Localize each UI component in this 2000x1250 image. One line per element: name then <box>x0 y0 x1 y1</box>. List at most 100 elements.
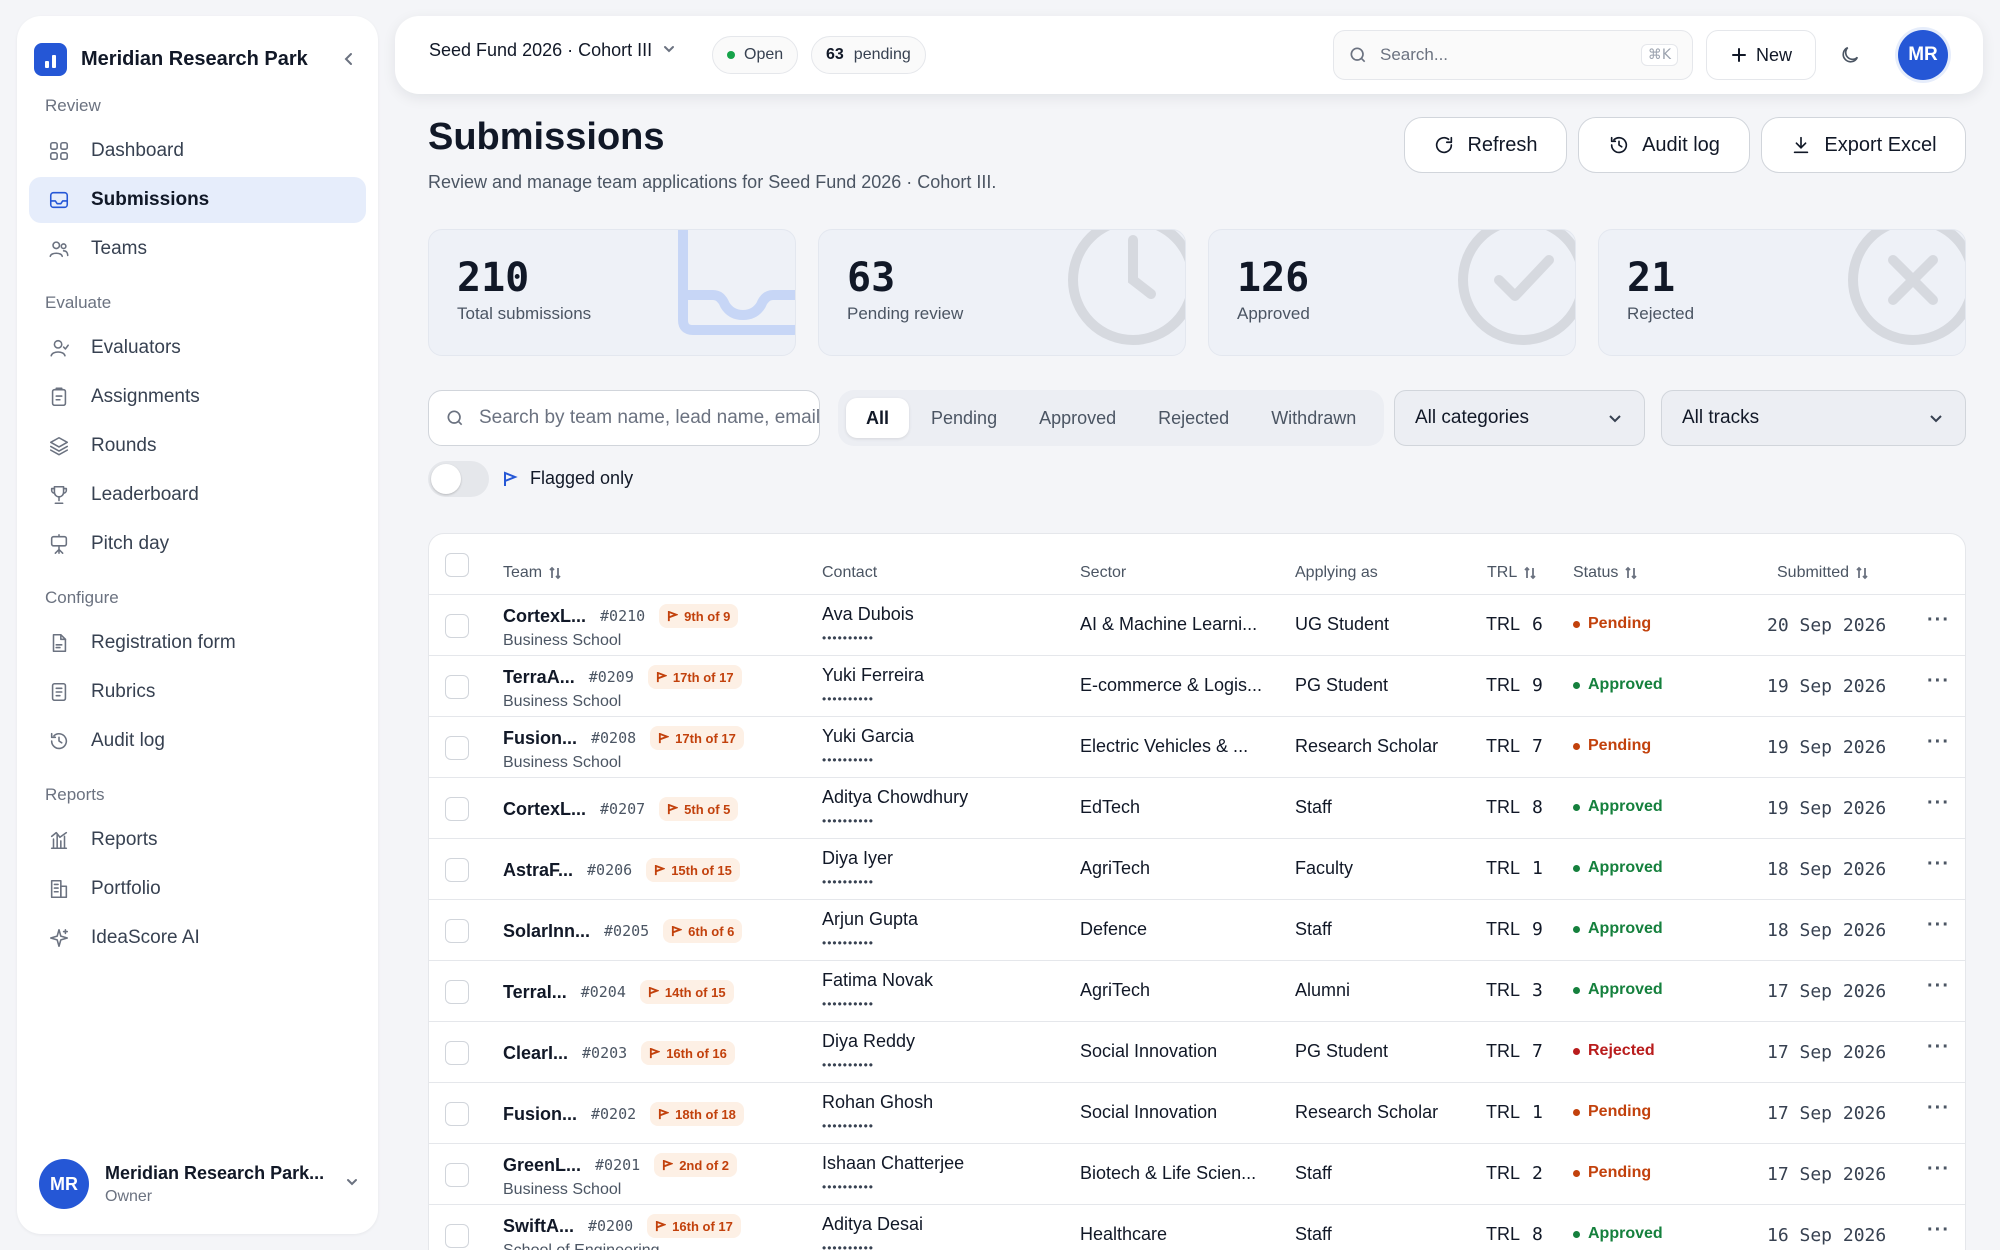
chevron-down-icon <box>1609 415 1621 423</box>
sidebar-item-evaluators[interactable]: Evaluators <box>29 325 366 371</box>
status-label: Approved <box>1588 1225 1663 1242</box>
trl-cell: TRL 8 <box>1486 797 1543 818</box>
row-checkbox[interactable] <box>445 1041 469 1065</box>
team-name[interactable]: SwiftA... <box>503 1216 574 1237</box>
row-actions-icon[interactable]: ··· <box>1927 914 1950 937</box>
export-excel-button[interactable]: Export Excel <box>1761 117 1966 173</box>
trl-prefix: TRL <box>1486 614 1521 634</box>
select-all-checkbox[interactable] <box>445 553 469 577</box>
sidebar-item-portfolio[interactable]: Portfolio <box>29 866 366 912</box>
clipboard-icon <box>47 385 71 409</box>
row-actions-icon[interactable]: ··· <box>1927 731 1950 754</box>
fund-selector[interactable]: Seed Fund 2026 · Cohort III <box>429 40 676 61</box>
team-name[interactable]: AstraF... <box>503 860 573 881</box>
row-actions-icon[interactable]: ··· <box>1927 1158 1950 1181</box>
table-row[interactable]: TerraI... #0204 14th of 15 Fatima Novak ••••… <box>429 960 1965 1021</box>
row-checkbox[interactable] <box>445 736 469 760</box>
team-name[interactable]: CortexL... <box>503 799 586 820</box>
row-actions-icon[interactable]: ··· <box>1927 853 1950 876</box>
sidebar-item-teams[interactable]: Teams <box>29 226 366 272</box>
sidebar-item-ideascore-ai[interactable]: IdeaScore AI <box>29 915 366 961</box>
row-actions-icon[interactable]: ··· <box>1927 1097 1950 1120</box>
tab-pending[interactable]: Pending <box>911 398 1017 438</box>
sidebar-item-leaderboard[interactable]: Leaderboard <box>29 472 366 518</box>
sidebar-item-pitch-day[interactable]: Pitch day <box>29 521 366 567</box>
row-checkbox[interactable] <box>445 1102 469 1126</box>
table-row[interactable]: SwiftA... #0200 16th of 17 School of Engine… <box>429 1204 1965 1250</box>
row-checkbox[interactable] <box>445 675 469 699</box>
tab-withdrawn[interactable]: Withdrawn <box>1251 398 1376 438</box>
column-header-team[interactable]: Team <box>503 564 562 582</box>
download-icon <box>1794 136 1809 154</box>
user-avatar[interactable]: MR <box>1898 30 1948 80</box>
sidebar-item-reports[interactable]: Reports <box>29 817 366 863</box>
tab-approved[interactable]: Approved <box>1019 398 1136 438</box>
row-checkbox[interactable] <box>445 919 469 943</box>
trl-prefix: TRL <box>1486 1163 1521 1183</box>
team-name[interactable]: SolarInn... <box>503 921 590 942</box>
flagged-only-toggle[interactable] <box>428 461 489 497</box>
row-checkbox[interactable] <box>445 1224 469 1248</box>
team-name[interactable]: TerraA... <box>503 667 575 688</box>
team-name[interactable]: GreenL... <box>503 1155 581 1176</box>
row-checkbox[interactable] <box>445 980 469 1004</box>
row-actions-icon[interactable]: ··· <box>1927 792 1950 815</box>
sidebar-item-dashboard[interactable]: Dashboard <box>29 128 366 174</box>
table-row[interactable]: CortexL... #0210 9th of 9 Business School Av… <box>429 594 1965 655</box>
row-checkbox[interactable] <box>445 614 469 638</box>
column-header-status[interactable]: Status <box>1573 564 1638 582</box>
table-row[interactable]: TerraA... #0209 17th of 17 Business School Y… <box>429 655 1965 716</box>
audit-log-button[interactable]: Audit log <box>1578 117 1750 173</box>
track-select[interactable]: All tracks <box>1661 390 1966 446</box>
rank-badge-label: 17th of 17 <box>672 669 734 685</box>
row-actions-icon[interactable]: ··· <box>1927 975 1950 998</box>
team-id: #0209 <box>588 668 634 686</box>
trl-value: 1 <box>1532 1102 1543 1123</box>
rank-badge: 17th of 17 <box>647 665 742 689</box>
team-name[interactable]: TerraI... <box>503 982 567 1003</box>
table-row[interactable]: ClearI... #0203 16th of 16 Diya Reddy ••••••… <box>429 1021 1965 1082</box>
row-checkbox[interactable] <box>445 1163 469 1187</box>
row-actions-icon[interactable]: ··· <box>1927 609 1950 632</box>
global-search-input[interactable]: Search... ⌘K <box>1333 30 1693 80</box>
row-checkbox[interactable] <box>445 797 469 821</box>
sidebar-item-rounds[interactable]: Rounds <box>29 423 366 469</box>
flag-icon <box>659 732 670 743</box>
row-checkbox[interactable] <box>445 858 469 882</box>
column-header-trl[interactable]: TRL <box>1487 564 1537 582</box>
refresh-button[interactable]: Refresh <box>1404 117 1567 173</box>
table-row[interactable]: SolarInn... #0205 6th of 6 Arjun Gupta •••••… <box>429 899 1965 960</box>
collapse-sidebar-icon[interactable] <box>337 47 361 71</box>
table-row[interactable]: Fusion... #0208 17th of 17 Business School Y… <box>429 716 1965 777</box>
table-row[interactable]: AstraF... #0206 15th of 15 Diya Iyer •••••••… <box>429 838 1965 899</box>
tab-all[interactable]: All <box>846 398 910 438</box>
rank-badge: 16th of 16 <box>641 1041 735 1065</box>
sidebar-item-assignments[interactable]: Assignments <box>29 374 366 420</box>
sidebar-item-submissions[interactable]: Submissions <box>29 177 366 223</box>
row-actions-icon[interactable]: ··· <box>1927 670 1950 693</box>
chart-icon <box>47 828 71 852</box>
category-select[interactable]: All categories <box>1394 390 1645 446</box>
row-actions-icon[interactable]: ··· <box>1927 1219 1950 1242</box>
team-name[interactable]: ClearI... <box>503 1043 568 1064</box>
profile-switcher[interactable]: MR Meridian Research Park... Owner <box>39 1156 359 1212</box>
new-button[interactable]: New <box>1706 30 1816 80</box>
table-row[interactable]: CortexL... #0207 5th of 5 Aditya Chowdhury •… <box>429 777 1965 838</box>
team-name[interactable]: CortexL... <box>503 606 586 627</box>
submission-search-input[interactable]: Search by team name, lead name, email <box>428 390 820 446</box>
team-name[interactable]: Fusion... <box>503 728 577 749</box>
inbox-icon <box>47 188 71 212</box>
table-row[interactable]: Fusion... #0202 18th of 18 Rohan Ghosh •••••… <box>429 1082 1965 1143</box>
tab-rejected[interactable]: Rejected <box>1138 398 1249 438</box>
sidebar-item-audit-log[interactable]: Audit log <box>29 718 366 764</box>
column-header-applying: Applying as <box>1295 564 1378 582</box>
theme-toggle[interactable] <box>1835 40 1865 70</box>
row-actions-icon[interactable]: ··· <box>1927 1036 1950 1059</box>
table-row[interactable]: GreenL... #0201 2nd of 2 Business School Ish… <box>429 1143 1965 1204</box>
column-header-submitted[interactable]: Submitted <box>1777 564 1869 582</box>
sidebar-item-registration-form[interactable]: Registration form <box>29 620 366 666</box>
brand[interactable]: Meridian Research Park <box>34 40 361 78</box>
rank-badge-label: 9th of 9 <box>684 608 731 624</box>
sidebar-item-rubrics[interactable]: Rubrics <box>29 669 366 715</box>
team-name[interactable]: Fusion... <box>503 1104 577 1125</box>
